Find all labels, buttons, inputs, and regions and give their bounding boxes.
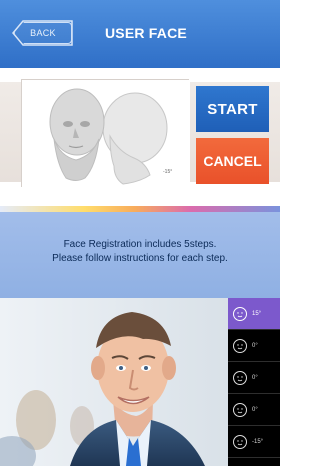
camera-preview xyxy=(0,298,228,466)
cancel-button[interactable]: CANCEL xyxy=(196,138,269,184)
step-item-1[interactable]: 15° xyxy=(228,298,280,330)
step-angle-label: 0° xyxy=(252,342,258,349)
face-step-icon xyxy=(233,402,247,417)
face-step-icon xyxy=(233,306,247,321)
instructions-panel: Face Registration includes 5steps. Pleas… xyxy=(0,212,280,298)
instructions-line-1: Face Registration includes 5steps. xyxy=(63,239,217,250)
step-item-2[interactable]: 0° xyxy=(228,330,280,362)
step-item-4[interactable]: 0° xyxy=(228,394,280,426)
step-angle-label: 0° xyxy=(252,374,258,381)
step-angle-label: 15° xyxy=(252,310,262,317)
face-step-icon xyxy=(233,370,247,385)
step-angle-label: 0° xyxy=(252,406,258,413)
step-list: 15° 0° 0° 0° -15° xyxy=(228,298,280,466)
face-step-icon xyxy=(233,434,247,449)
app-header: BACK USER FACE xyxy=(0,0,280,68)
back-button[interactable]: BACK xyxy=(14,22,72,44)
step-angle-label: -15° xyxy=(252,438,264,445)
instructions-line-2: Please follow instructions for each step… xyxy=(52,253,228,264)
step-item-5[interactable]: -15° xyxy=(228,426,280,458)
page-title: USER FACE xyxy=(105,25,187,41)
head-model-image: -15° xyxy=(21,79,190,188)
step-item-3[interactable]: 0° xyxy=(228,362,280,394)
face-step-icon xyxy=(233,338,247,353)
start-button[interactable]: START xyxy=(196,86,269,132)
angle-label: -15° xyxy=(163,169,172,175)
